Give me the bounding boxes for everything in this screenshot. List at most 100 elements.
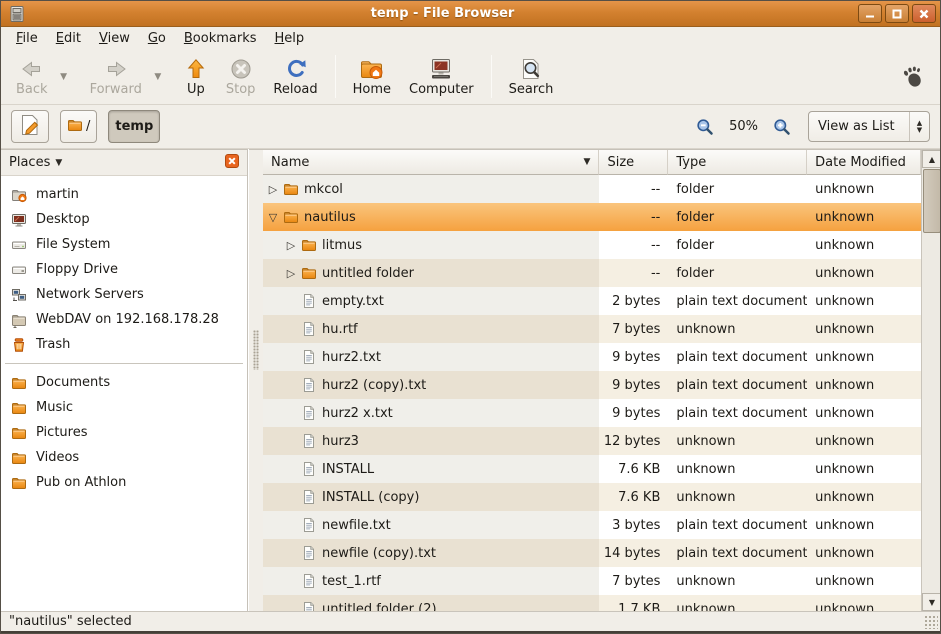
scroll-down-icon[interactable]: ▼	[922, 593, 941, 611]
column-header-date-modified[interactable]: Date Modified	[807, 150, 921, 175]
sidebar-item-desktop[interactable]: Desktop	[1, 207, 247, 232]
view-mode-select[interactable]: View as List ▲▼	[808, 111, 930, 142]
file-row-empty-txt[interactable]: empty.txt 2 bytes plain text document un…	[263, 287, 921, 315]
sidebar-item-label: Music	[36, 400, 73, 415]
edit-location-button[interactable]	[11, 110, 49, 143]
folder-icon	[11, 375, 27, 391]
file-row-test-1-rtf[interactable]: test_1.rtf 7 bytes unknown unknown	[263, 567, 921, 595]
toolbar-button-label: Computer	[409, 82, 474, 97]
menu-edit[interactable]: Edit	[47, 29, 90, 48]
file-row-untitled-folder-2-[interactable]: untitled folder (2) 1.7 KB unknown unkno…	[263, 595, 921, 612]
file-size: 7 bytes	[599, 567, 668, 595]
forward-button[interactable]: Forward	[81, 54, 151, 100]
sidebar-item-file-system[interactable]: File System	[1, 232, 247, 257]
scroll-up-icon[interactable]: ▲	[922, 150, 941, 168]
column-label: Type	[676, 155, 706, 170]
resize-grip[interactable]	[924, 615, 938, 629]
file-row-hu-rtf[interactable]: hu.rtf 7 bytes unknown unknown	[263, 315, 921, 343]
column-header-type[interactable]: Type	[668, 150, 807, 175]
file-row-hurz2-txt[interactable]: hurz2.txt 9 bytes plain text document un…	[263, 343, 921, 371]
status-bar: "nautilus" selected	[1, 611, 940, 631]
sidebar-item-videos[interactable]: Videos	[1, 445, 247, 470]
file-name: hu.rtf	[322, 322, 358, 337]
stop-button[interactable]: Stop	[217, 54, 265, 100]
scrollbar-thumb[interactable]	[923, 169, 941, 233]
forward-icon	[104, 57, 128, 81]
maximize-button[interactable]	[885, 4, 909, 23]
pane-splitter[interactable]	[249, 149, 263, 611]
sidebar-item-martin[interactable]: martin	[1, 182, 247, 207]
folder-icon	[283, 181, 299, 197]
up-button[interactable]: Up	[175, 54, 217, 100]
sidebar-item-trash[interactable]: Trash	[1, 332, 247, 357]
file-row-newfile-txt[interactable]: newfile.txt 3 bytes plain text document …	[263, 511, 921, 539]
sidebar-item-pub-on-athlon[interactable]: Pub on Athlon	[1, 470, 247, 495]
titlebar[interactable]: temp - File Browser	[1, 1, 940, 27]
chevron-down-icon: ▼	[60, 72, 67, 82]
remote-folder-icon	[11, 312, 27, 328]
root-folder-button[interactable]: /	[60, 110, 97, 143]
column-header-name[interactable]: Name▼	[263, 150, 599, 175]
sidebar-item-webdav-on-192-168-178-28[interactable]: WebDAV on 192.168.178.28	[1, 307, 247, 332]
sidebar-item-label: Network Servers	[36, 287, 144, 302]
menubar: FileEditViewGoBookmarksHelp	[1, 27, 940, 49]
sidebar-item-pictures[interactable]: Pictures	[1, 420, 247, 445]
forward-history-dropdown[interactable]: ▼	[151, 49, 165, 104]
menu-help[interactable]: Help	[266, 29, 314, 48]
minimize-button[interactable]	[858, 4, 882, 23]
reload-button[interactable]: Reload	[264, 54, 326, 100]
file-modified: unknown	[807, 399, 921, 427]
file-modified: unknown	[807, 539, 921, 567]
toolbar-button-label: Forward	[90, 82, 142, 97]
file-row-hurz2-x-txt[interactable]: hurz2 x.txt 9 bytes plain text document …	[263, 399, 921, 427]
floppy-icon	[11, 262, 27, 278]
document-icon	[301, 545, 317, 561]
expander-collapsed-icon[interactable]: ▷	[284, 239, 298, 252]
sidebar-header[interactable]: Places ▼	[1, 150, 247, 176]
panel-close-icon[interactable]	[225, 154, 239, 172]
expander-collapsed-icon[interactable]: ▷	[266, 183, 280, 196]
sidebar-item-network-servers[interactable]: Network Servers	[1, 282, 247, 307]
file-row-hurz3[interactable]: hurz3 12 bytes unknown unknown	[263, 427, 921, 455]
column-header-size[interactable]: Size	[599, 150, 668, 175]
menu-view[interactable]: View	[90, 29, 139, 48]
zoom-in-icon[interactable]	[773, 118, 791, 136]
sidebar-item-documents[interactable]: Documents	[1, 370, 247, 395]
zoom-out-icon[interactable]	[696, 118, 714, 136]
back-history-dropdown[interactable]: ▼	[57, 49, 71, 104]
file-list: Name▼ Size Type Date Modified ▷ mkcol --…	[263, 149, 921, 611]
file-row-install[interactable]: INSTALL 7.6 KB unknown unknown	[263, 455, 921, 483]
menu-file[interactable]: File	[7, 29, 47, 48]
expander-collapsed-icon[interactable]: ▷	[284, 267, 298, 280]
file-row-nautilus[interactable]: ▽ nautilus -- folder unknown	[263, 203, 921, 231]
file-modified: unknown	[807, 175, 921, 203]
file-modified: unknown	[807, 595, 921, 612]
toolbar-button-label: Search	[509, 82, 554, 97]
file-size: --	[599, 259, 668, 287]
close-button[interactable]	[912, 4, 936, 23]
file-cabinet-icon	[7, 4, 27, 24]
file-modified: unknown	[807, 511, 921, 539]
back-icon	[20, 57, 44, 81]
menu-go[interactable]: Go	[139, 29, 175, 48]
file-row-hurz2-copy-txt[interactable]: hurz2 (copy).txt 9 bytes plain text docu…	[263, 371, 921, 399]
path-button-temp[interactable]: temp	[108, 110, 160, 143]
sidebar-item-floppy-drive[interactable]: Floppy Drive	[1, 257, 247, 282]
file-name: INSTALL (copy)	[322, 490, 419, 505]
sidebar-item-music[interactable]: Music	[1, 395, 247, 420]
back-button[interactable]: Back	[7, 54, 57, 100]
vertical-scrollbar[interactable]: ▲ ▼	[921, 149, 941, 611]
file-row-mkcol[interactable]: ▷ mkcol -- folder unknown	[263, 175, 921, 203]
menu-bookmarks[interactable]: Bookmarks	[175, 29, 266, 48]
file-name: hurz3	[322, 434, 359, 449]
file-row-untitled-folder[interactable]: ▷ untitled folder -- folder unknown	[263, 259, 921, 287]
computer-button[interactable]: Computer	[400, 54, 483, 100]
expander-expanded-icon[interactable]: ▽	[266, 211, 280, 224]
sidebar-item-label: Trash	[36, 337, 70, 352]
search-button[interactable]: Search	[500, 54, 563, 100]
home-button[interactable]: Home	[344, 54, 400, 100]
toolbar-button-label: Reload	[273, 82, 317, 97]
file-row-litmus[interactable]: ▷ litmus -- folder unknown	[263, 231, 921, 259]
file-row-install-copy-[interactable]: INSTALL (copy) 7.6 KB unknown unknown	[263, 483, 921, 511]
file-row-newfile-copy-txt[interactable]: newfile (copy).txt 14 bytes plain text d…	[263, 539, 921, 567]
